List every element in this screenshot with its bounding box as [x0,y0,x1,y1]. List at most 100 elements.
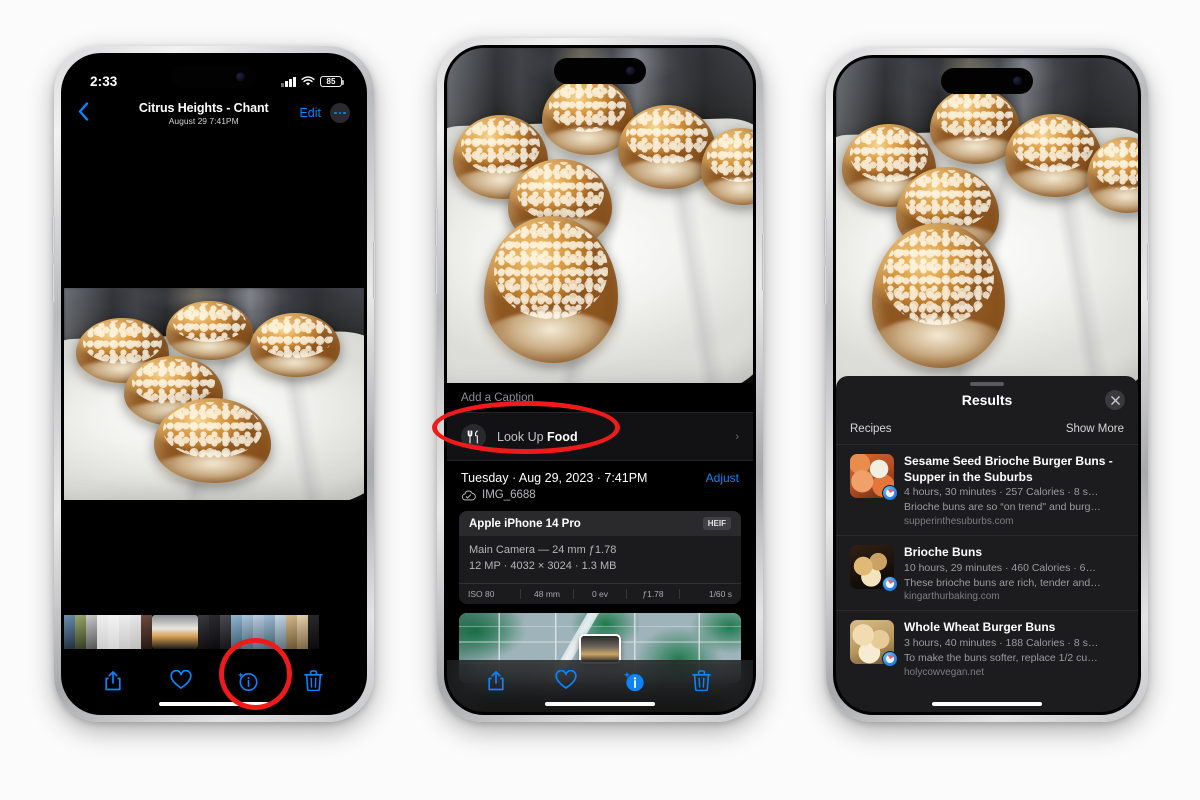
share-icon [104,671,121,691]
exif-card: Apple iPhone 14 Pro HEIF Main Camera — 2… [459,511,741,604]
result-domain: kingarthurbaking.com [904,591,1000,603]
front-camera-icon [626,66,635,76]
filmstrip-thumb[interactable] [286,615,297,649]
more-options-button[interactable] [330,103,350,123]
home-indicator [932,702,1042,706]
exif-iso: ISO 80 [468,588,521,599]
file-format-badge: HEIF [702,517,731,530]
brioche-buns-photo [64,288,364,500]
status-time: 2:33 [90,74,118,89]
filmstrip-thumb[interactable] [64,615,75,649]
edit-button[interactable]: Edit [299,106,321,120]
compass-needle [884,487,896,499]
navigation-bar: Citrus Heights - Chant August 29 7:41PM … [64,96,364,130]
chevron-left-icon [78,101,89,121]
exif-aperture: ƒ1.78 [627,588,680,599]
photo-filmstrip[interactable] [64,612,364,652]
filmstrip-thumb[interactable] [242,615,253,649]
ellipsis-dot [343,111,346,115]
filmstrip-thumb[interactable] [275,615,286,649]
chevron-right-icon: › [735,430,739,443]
filmstrip-thumb[interactable] [231,615,242,649]
filmstrip-thumb[interactable] [130,615,141,649]
filmstrip-thumb-current[interactable] [152,615,198,649]
phone-1-volume-up[interactable] [52,216,55,254]
front-camera-icon [236,72,245,81]
phone-3-power[interactable] [1147,243,1150,301]
filmstrip-thumb[interactable] [220,615,231,649]
favorite-button[interactable] [169,669,192,692]
photo-metadata: Tuesday · Aug 29, 2023 · 7:41PM Adjust I… [447,461,753,509]
photo-viewer[interactable] [447,48,753,383]
fork-knife-icon [461,424,486,449]
dynamic-island [172,65,256,88]
safari-icon [882,576,898,592]
exif-exposure-bias: 0 ev [574,588,627,599]
filmstrip-thumb[interactable] [198,615,209,649]
result-title: Whole Wheat Burger Buns [904,620,1056,635]
result-list-item[interactable]: Sesame Seed Brioche Burger Buns - Supper… [836,445,1138,536]
phone-2-volume-up[interactable] [435,208,438,246]
caption-field[interactable]: Add a Caption [447,383,753,412]
info-button[interactable] [237,670,259,692]
bun-shape [166,300,253,361]
result-list-item[interactable]: Brioche Buns 10 hours, 29 minutes · 460 … [836,536,1138,612]
visual-lookup-results-panel: Results Recipes Show More Sesame Seed Br… [836,376,1138,712]
info-button-active[interactable] [623,670,645,692]
heart-icon [555,669,577,689]
photo-viewer[interactable] [836,58,1138,388]
exif-values-strip: ISO 80 48 mm 0 ev ƒ1.78 1/60 s [459,582,741,604]
adjust-date-button[interactable]: Adjust [706,471,739,485]
filmstrip-thumb[interactable] [86,615,97,649]
icloud-check-icon [461,490,476,500]
filmstrip-thumb[interactable] [308,615,319,649]
bun-shape [250,313,340,378]
result-meta: 10 hours, 29 minutes · 460 Calories · 6… [904,561,1097,574]
look-up-subject: Food [547,429,578,444]
delete-button[interactable] [303,670,326,692]
close-results-button[interactable] [1105,390,1125,410]
look-up-label: Look Up Food [497,430,724,444]
result-description: These brioche buns are rich, tender and… [904,576,1101,589]
back-button[interactable] [78,101,108,125]
filmstrip-thumb[interactable] [97,615,108,649]
share-button[interactable] [103,670,125,692]
filmstrip-thumb[interactable] [108,615,119,649]
result-list-item[interactable]: Whole Wheat Burger Buns 3 hours, 40 minu… [836,611,1138,685]
share-button[interactable] [486,670,508,692]
battery-indicator: 85 [320,75,344,88]
phone-3-volume-down[interactable] [824,266,827,304]
filmstrip-thumb[interactable] [253,615,264,649]
nav-title-block: Citrus Heights - Chant August 29 7:41PM [108,101,299,126]
phone-3-volume-up[interactable] [824,218,827,256]
image-specs: 12 MP · 4032 × 3024 · 1.3 MB [469,559,617,572]
filmstrip-thumb[interactable] [264,615,275,649]
phone-1-volume-down[interactable] [52,264,55,302]
screenshot-stage: 2:33 85 Citrus Heights - Chant August 29… [0,0,1200,800]
phone-2-power[interactable] [762,233,765,291]
battery-level: 85 [326,77,336,86]
result-meta: 4 hours, 30 minutes · 257 Calories · 8 s… [904,486,1099,499]
results-title: Results [961,392,1013,408]
heart-icon [169,669,192,689]
favorite-button[interactable] [555,669,577,692]
info-sparkle-filled-icon [624,671,644,692]
safari-icon [882,651,898,668]
brioche-buns-photo [447,48,753,383]
result-domain: holycowvegan.net [904,666,985,678]
result-meta: 3 hours, 40 minutes · 188 Calories · 8 s… [904,637,1099,649]
result-description: Brioche buns are so “on trend" and burg… [904,501,1101,514]
filmstrip-thumb[interactable] [75,615,86,649]
filmstrip-thumb[interactable] [119,615,130,649]
show-more-button[interactable]: Show More [1066,423,1124,435]
filmstrip-thumb[interactable] [297,615,308,649]
filmstrip-thumb[interactable] [141,615,152,649]
filmstrip-thumb[interactable] [209,615,220,649]
delete-button[interactable] [691,670,714,692]
phone-2-volume-down[interactable] [435,256,438,294]
phone-1-power[interactable] [373,241,376,299]
look-up-food-row[interactable]: Look Up Food › [447,412,753,461]
photo-viewer[interactable] [64,130,364,612]
results-category-row: Recipes Show More [836,418,1138,445]
trash-icon [303,670,323,692]
